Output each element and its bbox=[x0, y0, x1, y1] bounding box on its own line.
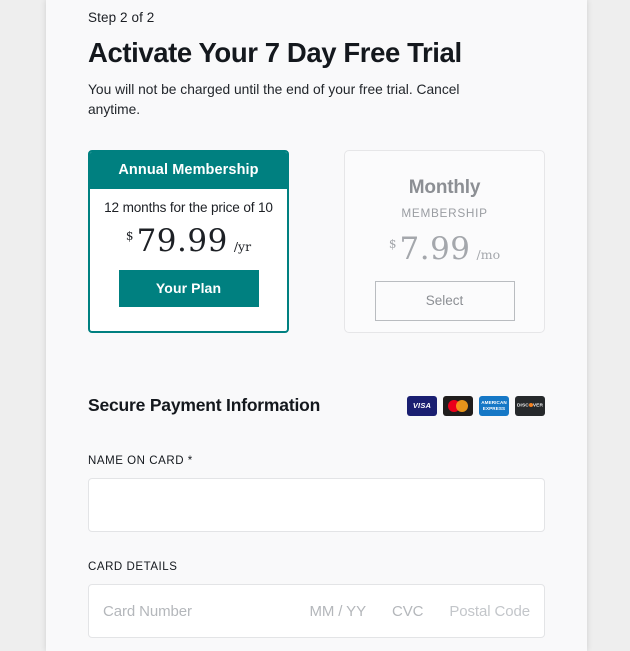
page-background: Step 2 of 2 Activate Your 7 Day Free Tri… bbox=[0, 0, 630, 651]
price-amount: 7.99 bbox=[399, 231, 471, 267]
plan-selection-group: Annual Membership 12 months for the pric… bbox=[88, 150, 545, 333]
card-cvc-input[interactable]: CVC bbox=[392, 603, 423, 620]
name-on-card-input[interactable] bbox=[88, 478, 545, 532]
price-currency-symbol: $ bbox=[388, 237, 397, 251]
your-plan-button[interactable]: Your Plan bbox=[118, 270, 259, 307]
plan-card-annual[interactable]: Annual Membership 12 months for the pric… bbox=[88, 150, 289, 333]
select-plan-button[interactable]: Select bbox=[374, 281, 515, 321]
plan-monthly-price: $ 7.99 /mo bbox=[345, 234, 544, 265]
plan-annual-tagline: 12 months for the price of 10 bbox=[104, 200, 273, 215]
plan-card-monthly[interactable]: Monthly MEMBERSHIP $ 7.99 /mo Select bbox=[344, 150, 545, 333]
amex-card-icon: AMERICAN EXPRESS bbox=[479, 395, 509, 416]
price-currency-symbol: $ bbox=[125, 229, 134, 243]
card-details-input-group[interactable]: Card Number MM / YY CVC Postal Code bbox=[88, 584, 545, 638]
price-amount: 79.99 bbox=[136, 223, 228, 259]
visa-card-icon: VISA bbox=[407, 395, 437, 416]
page-subtitle: You will not be charged until the end of… bbox=[88, 81, 460, 118]
step-indicator: Step 2 of 2 bbox=[88, 10, 155, 25]
card-expiry-input[interactable]: MM / YY bbox=[309, 603, 366, 620]
price-period: /mo bbox=[476, 247, 501, 262]
payment-section-title: Secure Payment Information bbox=[88, 395, 321, 415]
plan-annual-header: Annual Membership bbox=[90, 152, 287, 189]
card-number-input[interactable]: Card Number bbox=[103, 603, 309, 620]
accepted-card-brands: VISA AMERICAN EXPRESS DISC VER bbox=[407, 395, 545, 416]
discover-card-icon: DISC VER bbox=[515, 395, 545, 416]
name-on-card-label: NAME ON CARD * bbox=[88, 455, 193, 467]
plan-annual-body: 12 months for the price of 10 $ 79.99 /y… bbox=[90, 200, 287, 307]
payment-section-header: Secure Payment Information VISA AMERICAN… bbox=[88, 395, 545, 416]
plan-annual-price: $ 79.99 /yr bbox=[98, 226, 279, 257]
plan-monthly-subtitle: MEMBERSHIP bbox=[401, 206, 488, 220]
card-postal-code-input[interactable]: Postal Code bbox=[449, 603, 530, 620]
card-details-label: CARD DETAILS bbox=[88, 561, 178, 573]
plan-monthly-title: Monthly bbox=[408, 177, 481, 198]
page-title: Activate Your 7 Day Free Trial bbox=[88, 37, 462, 68]
mastercard-card-icon bbox=[443, 395, 473, 416]
price-period: /yr bbox=[233, 239, 252, 254]
checkout-content-panel: Step 2 of 2 Activate Your 7 Day Free Tri… bbox=[46, 0, 587, 651]
